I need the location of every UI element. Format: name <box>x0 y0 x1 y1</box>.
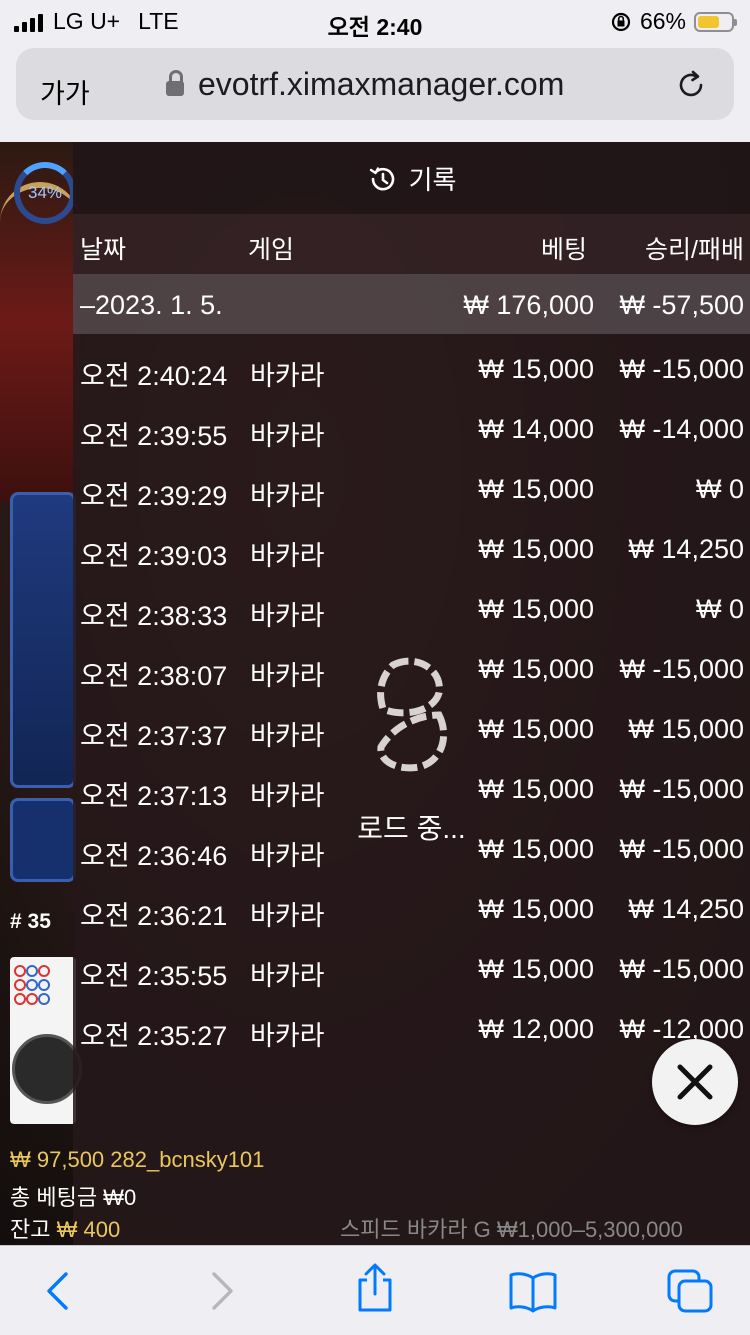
row-result: ₩ 0 <box>695 474 744 504</box>
row-result: ₩ -15,000 <box>619 654 744 684</box>
balance-line: ₩ 97,500 282_bcnsky101 <box>10 1147 265 1172</box>
column-date: 날짜 <box>80 236 127 264</box>
row-bet: ₩ 15,000 <box>478 594 594 624</box>
history-row[interactable]: 오전 2:39:55 바카라 ₩ 14,000 ₩ -14,000 <box>73 400 750 460</box>
row-time: 오전 2:36:21 <box>80 901 228 931</box>
row-time: 오전 2:35:55 <box>80 961 228 991</box>
column-result: 승리/패배 <box>645 236 744 264</box>
row-result: ₩ -15,000 <box>619 774 744 804</box>
row-time: 오전 2:40:24 <box>80 361 228 391</box>
history-row[interactable]: 오전 2:40:24 바카라 ₩ 15,000 ₩ -15,000 <box>73 340 750 400</box>
row-time: 오전 2:35:27 <box>80 1021 228 1051</box>
remaining-line: 잔고 ₩ 400 <box>10 1212 120 1244</box>
battery-icon <box>694 11 737 32</box>
back-icon[interactable] <box>36 1268 82 1314</box>
chat-button[interactable] <box>12 1034 82 1104</box>
reload-icon[interactable] <box>674 68 708 102</box>
player-percent: 34% <box>14 162 76 224</box>
lock-icon <box>166 70 184 98</box>
row-result: ₩ 0 <box>695 594 744 624</box>
row-bet: ₩ 15,000 <box>478 354 594 384</box>
remaining-value: ₩ 400 <box>56 1217 121 1242</box>
summary-result: ₩ -57,500 <box>619 290 744 320</box>
history-title: 기록 <box>408 165 457 195</box>
row-result: ₩ -15,000 <box>619 354 744 384</box>
bookmarks-icon[interactable] <box>508 1268 558 1314</box>
row-bet: ₩ 15,000 <box>478 714 594 744</box>
row-bet: ₩ 15,000 <box>478 774 594 804</box>
browser-header: 가가 evotrf.ximaxmanager.com <box>0 42 750 142</box>
share-icon[interactable] <box>352 1262 398 1314</box>
history-row[interactable]: 오전 2:38:33 바카라 ₩ 15,000 ₩ 0 <box>73 580 750 640</box>
row-result: ₩ -15,000 <box>619 954 744 984</box>
history-row[interactable]: 오전 2:39:29 바카라 ₩ 15,000 ₩ 0 <box>73 460 750 520</box>
loading-text: 로드 중... <box>357 813 466 844</box>
orientation-lock-icon <box>611 12 631 31</box>
row-result: ₩ 14,250 <box>628 534 744 564</box>
row-bet: ₩ 15,000 <box>478 654 594 684</box>
address-bar[interactable]: 가가 evotrf.ximaxmanager.com <box>16 48 734 120</box>
browser-toolbar <box>0 1245 750 1335</box>
row-game: 바카라 <box>250 721 325 751</box>
row-time: 오전 2:39:29 <box>80 481 228 511</box>
row-bet: ₩ 15,000 <box>478 474 594 504</box>
row-result: ₩ -14,000 <box>619 414 744 444</box>
date-summary-row[interactable]: –2023. 1. 5. ₩ 176,000 ₩ -57,500 <box>73 274 750 334</box>
row-time: 오전 2:39:03 <box>80 541 228 571</box>
battery-percent: 66% <box>639 8 686 34</box>
row-bet: ₩ 15,000 <box>478 894 594 924</box>
table-info: 스피드 바카라 G ₩1,000–5,300,000 <box>340 1217 683 1242</box>
history-row[interactable]: 오전 2:35:27 바카라 ₩ 12,000 ₩ -12,000 <box>73 1000 750 1060</box>
url-text[interactable]: evotrf.ximaxmanager.com <box>198 66 564 103</box>
history-icon <box>369 166 394 190</box>
close-icon <box>677 1064 713 1100</box>
summary-date: –2023. 1. 5. <box>80 290 223 320</box>
status-bar: LG U+ LTE 오전 2:40 66% <box>0 0 750 42</box>
row-bet: ₩ 12,000 <box>478 1014 594 1044</box>
row-time: 오전 2:37:37 <box>80 721 228 751</box>
history-header: 기록 <box>73 142 750 214</box>
total-bet-line: 총 베팅금 ₩0 <box>10 1185 137 1210</box>
row-game: 바카라 <box>250 541 325 571</box>
row-game: 바카라 <box>250 961 325 991</box>
row-game: 바카라 <box>250 421 325 451</box>
history-row[interactable]: 오전 2:36:21 바카라 ₩ 15,000 ₩ 14,250 <box>73 880 750 940</box>
row-game: 바카라 <box>250 361 325 391</box>
row-game: 바카라 <box>250 601 325 631</box>
history-row[interactable]: 오전 2:35:55 바카라 ₩ 15,000 ₩ -15,000 <box>73 940 750 1000</box>
text-size-button[interactable]: 가가 <box>40 72 90 111</box>
loading-spinner-icon <box>377 657 448 772</box>
history-panel: 기록 날짜 게임 베팅 승리/패배 –2023. 1. 5. ₩ 176,000… <box>73 142 750 1245</box>
tabs-icon[interactable] <box>666 1268 714 1314</box>
column-header: 날짜 게임 베팅 승리/패배 <box>73 214 750 274</box>
side-bet-panel[interactable] <box>10 798 76 882</box>
row-time: 오전 2:39:55 <box>80 421 228 451</box>
close-button[interactable] <box>652 1039 738 1125</box>
player-bet-panel[interactable] <box>10 492 76 788</box>
summary-bet: ₩ 176,000 <box>463 290 594 320</box>
history-row[interactable]: 오전 2:39:03 바카라 ₩ 15,000 ₩ 14,250 <box>73 520 750 580</box>
row-game: 바카라 <box>250 1021 325 1051</box>
row-bet: ₩ 15,000 <box>478 954 594 984</box>
row-result: ₩ 15,000 <box>628 714 744 744</box>
column-game: 게임 <box>248 236 295 264</box>
row-result: ₩ 14,250 <box>628 894 744 924</box>
remaining-label: 잔고 <box>10 1217 51 1242</box>
round-number: # 35 <box>10 910 51 933</box>
row-bet: ₩ 15,000 <box>478 534 594 564</box>
row-game: 바카라 <box>250 661 325 691</box>
forward-icon[interactable] <box>198 1268 244 1314</box>
row-game: 바카라 <box>250 481 325 511</box>
column-bet: 베팅 <box>540 236 587 264</box>
row-time: 오전 2:38:07 <box>80 661 228 691</box>
row-time: 오전 2:38:33 <box>80 601 228 631</box>
row-game: 바카라 <box>250 901 325 931</box>
row-bet: ₩ 14,000 <box>478 414 594 444</box>
